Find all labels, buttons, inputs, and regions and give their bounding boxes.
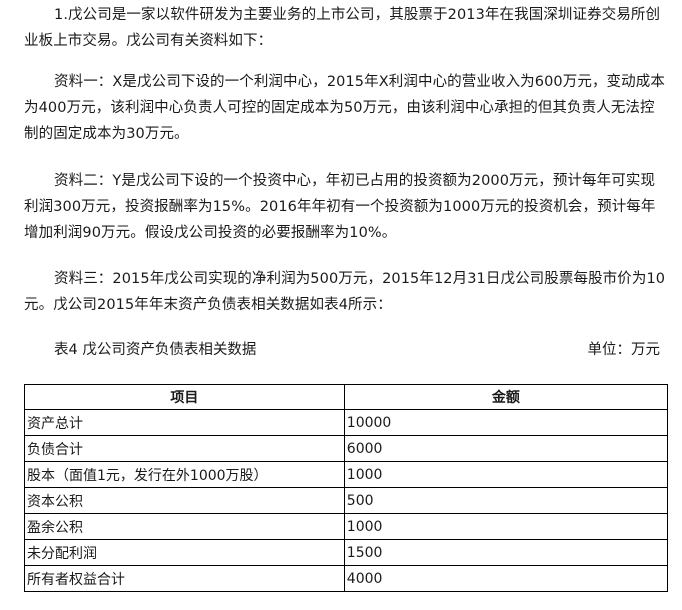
header-amount: 金额: [343, 384, 669, 410]
row-amount: 1500: [343, 539, 669, 566]
row-amount: 6000: [343, 435, 669, 462]
header-item: 项目: [24, 384, 345, 410]
table-row: 未分配利润 1500: [24, 539, 669, 566]
row-item: 资产总计: [24, 409, 345, 436]
table-row: 股本（面值1元，发行在外1000万股） 1000: [24, 461, 669, 488]
table-row: 资产总计 10000: [24, 409, 669, 436]
table-row: 负债合计 6000: [24, 435, 669, 462]
row-item: 盈余公积: [24, 513, 345, 540]
table-unit: 单位：万元: [587, 342, 661, 358]
row-amount: 1000: [343, 461, 669, 488]
table-row: 资本公积 500: [24, 487, 669, 514]
row-item: 未分配利润: [24, 539, 345, 566]
row-amount: 4000: [343, 565, 669, 592]
table-caption: 表4 戊公司资产负债表相关数据: [54, 342, 257, 358]
intro-paragraph: 1.戊公司是一家以软件研发为主要业务的上市公司，其股票于2013年在我国深圳证券…: [24, 7, 661, 49]
table-row: 所有者权益合计 4000: [24, 565, 669, 592]
material-3-paragraph: 资料三：2015年戊公司实现的净利润为500万元，2015年12月31日戊公司股…: [24, 271, 666, 313]
row-item: 资本公积: [24, 487, 345, 514]
row-amount: 1000: [343, 513, 669, 540]
row-item: 负债合计: [24, 435, 345, 462]
balance-sheet-table: 项目 金额 资产总计 10000 负债合计 6000 股本（面值1元，发行在外1…: [24, 384, 669, 592]
row-amount: 500: [343, 487, 669, 514]
material-2-paragraph: 资料二：Y是戊公司下设的一个投资中心，年初已占用的投资额为2000万元，预计每年…: [24, 173, 656, 241]
table-row: 盈余公积 1000: [24, 513, 669, 540]
row-item: 股本（面值1元，发行在外1000万股）: [24, 461, 345, 488]
row-item: 所有者权益合计: [24, 565, 345, 592]
row-amount: 10000: [343, 409, 669, 436]
table-header-row: 项目 金额: [24, 384, 669, 410]
material-1-paragraph: 资料一：X是戊公司下设的一个利润中心，2015年X利润中心的营业收入为600万元…: [24, 74, 665, 142]
document-page: 1.戊公司是一家以软件研发为主要业务的上市公司，其股票于2013年在我国深圳证券…: [0, 0, 682, 610]
